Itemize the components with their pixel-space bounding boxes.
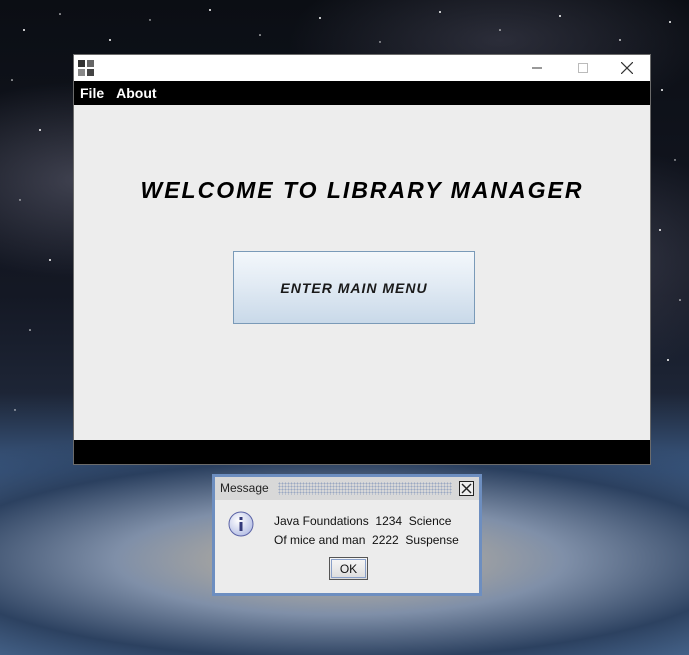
dialog-close-button[interactable] bbox=[459, 481, 474, 496]
bottom-bar bbox=[74, 440, 650, 464]
message-dialog: Message Java Foundations 1234 Science Of… bbox=[212, 474, 482, 596]
enter-main-menu-button[interactable]: ENTER MAIN MENU bbox=[233, 251, 475, 324]
window-titlebar[interactable] bbox=[74, 55, 650, 81]
ok-button[interactable]: OK bbox=[329, 557, 368, 580]
menu-about[interactable]: About bbox=[110, 81, 162, 105]
dialog-grip bbox=[278, 482, 452, 495]
close-button[interactable] bbox=[604, 55, 650, 81]
message-line-1: Java Foundations 1234 Science bbox=[274, 514, 452, 528]
menu-file[interactable]: File bbox=[74, 81, 110, 105]
dialog-title: Message bbox=[220, 481, 269, 495]
maximize-icon bbox=[578, 63, 588, 73]
close-icon bbox=[621, 62, 633, 74]
main-content: WELCOME TO LIBRARY MANAGER ENTER MAIN ME… bbox=[74, 105, 650, 440]
main-window: File About WELCOME TO LIBRARY MANAGER EN… bbox=[74, 55, 650, 464]
menu-bar: File About bbox=[74, 81, 650, 105]
welcome-heading: WELCOME TO LIBRARY MANAGER bbox=[140, 177, 584, 203]
dialog-titlebar[interactable]: Message bbox=[215, 477, 479, 500]
maximize-button[interactable] bbox=[560, 55, 606, 81]
minimize-icon bbox=[532, 67, 542, 69]
info-icon bbox=[228, 511, 254, 537]
close-icon bbox=[461, 483, 472, 494]
minimize-button[interactable] bbox=[514, 55, 560, 81]
message-line-2: Of mice and man 2222 Suspense bbox=[274, 533, 459, 547]
app-icon bbox=[78, 60, 94, 76]
